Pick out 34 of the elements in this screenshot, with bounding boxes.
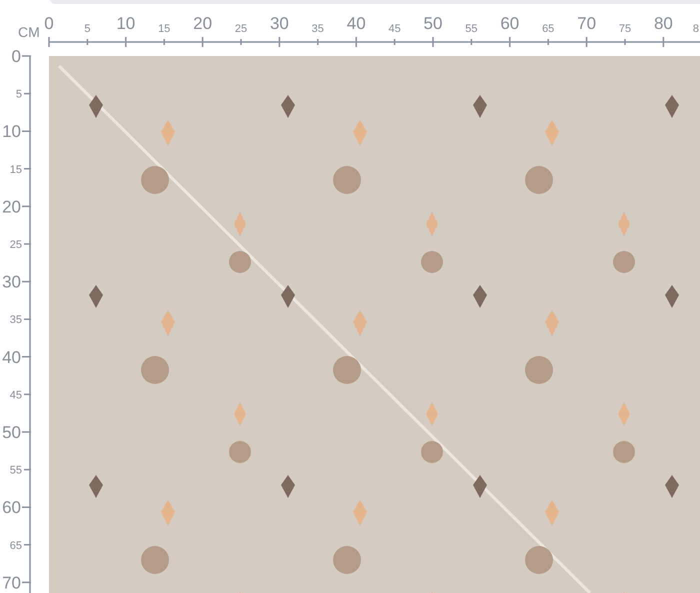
ruler-label: 40 [346,14,366,33]
ruler-label: 45 [10,389,22,402]
ruler-label: 50 [424,14,442,33]
ruler-label: 45 [388,23,401,35]
ruler-label: 5 [16,88,22,101]
ruler-label: 30 [2,272,21,292]
ruler-label: 20 [2,197,21,216]
ruler-label: 50 [2,423,21,442]
ruler-label: 15 [10,164,22,176]
ruler-label: 80 [654,14,673,33]
ruler-label: 55 [465,23,478,35]
unit-label: CM [18,24,40,40]
ruler-label: 15 [158,23,170,35]
ruler-label: 8 [692,23,699,35]
ruler-label: 10 [2,122,21,142]
ruler-label: 65 [10,540,22,552]
ruler-label: 10 [116,14,136,33]
ruler-label: 65 [542,23,554,35]
ruler-label: 55 [10,464,22,477]
ruler-label: 60 [2,498,21,518]
ruler-label: 0 [12,47,21,66]
ruler-label: 70 [577,14,596,33]
ruler-label: 25 [10,239,22,251]
ruler-label: 40 [2,348,21,367]
ruler-label: 20 [193,14,212,33]
ruler-label: 35 [312,23,324,35]
ruler-label: 0 [44,14,54,33]
ruler-label: 5 [84,23,90,35]
ruler-label: 70 [2,573,21,592]
ruler-label: 60 [500,14,520,33]
ruler-label: 35 [10,314,22,326]
ruler-label: 30 [270,14,289,33]
ruler-label: 75 [618,23,632,35]
ruler-label: 25 [234,23,248,35]
